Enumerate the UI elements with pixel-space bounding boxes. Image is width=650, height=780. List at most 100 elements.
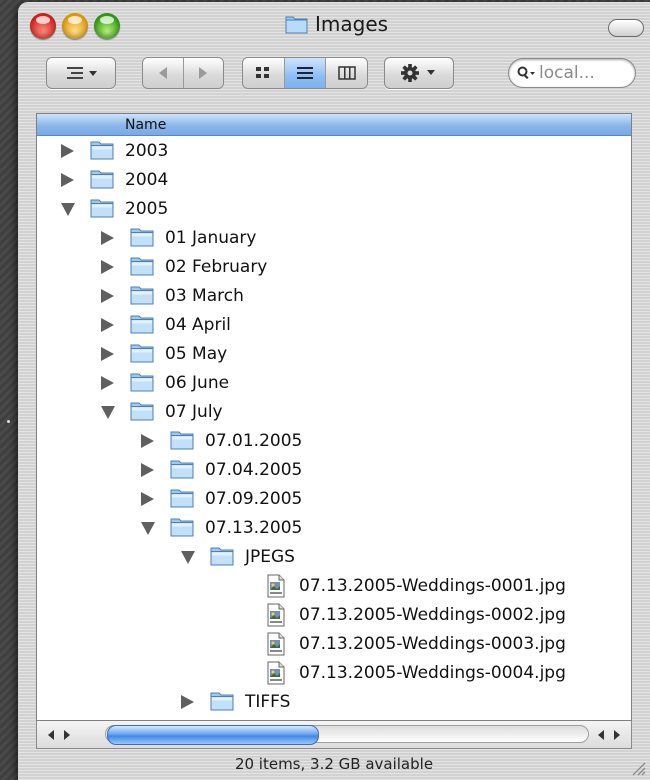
folder-icon [129, 226, 155, 248]
folder-row[interactable]: 07.13.2005 [37, 513, 631, 542]
folder-row[interactable]: 07.04.2005 [37, 455, 631, 484]
scroll-left-arrow-icon[interactable] [593, 727, 609, 743]
folder-icon [89, 139, 115, 161]
window-title-text: Images [315, 12, 389, 36]
title-bar[interactable]: Images [18, 2, 650, 48]
file-list-rows: 2003 2004 2005 01 January 02 February 03 Marc… [37, 136, 631, 716]
list-view-button[interactable] [284, 58, 327, 88]
arrange-menu-button[interactable] [46, 57, 116, 89]
folder-row[interactable]: 05 May [37, 339, 631, 368]
item-name: 07.13.2005 [205, 518, 303, 538]
item-name: 07.13.2005-Weddings-0004.jpg [299, 663, 566, 683]
back-arrow-icon [158, 67, 167, 79]
minimize-button[interactable] [62, 13, 88, 39]
scroll-left-arrow-icon[interactable] [43, 727, 59, 743]
icon-view-icon [256, 67, 270, 78]
jpeg-file-icon [265, 603, 287, 627]
scroll-thumb[interactable] [107, 725, 319, 745]
disclosure-down-icon[interactable] [61, 203, 75, 216]
list-view-icon [297, 67, 313, 79]
item-name: 01 January [165, 228, 257, 248]
column-view-icon [337, 66, 356, 80]
folder-row[interactable]: 07.01.2005 [37, 426, 631, 455]
folder-row[interactable]: JPEGS [37, 542, 631, 571]
folder-row[interactable]: 2005 [37, 194, 631, 223]
folder-icon [285, 16, 308, 34]
disclosure-right-icon[interactable] [101, 376, 114, 390]
disclosure-down-icon[interactable] [101, 406, 115, 419]
item-name: 07 July [165, 402, 223, 422]
resize-grip-icon[interactable] [630, 760, 646, 776]
jpeg-file-icon [265, 574, 287, 598]
disclosure-right-icon[interactable] [101, 347, 114, 361]
folder-row[interactable]: 2004 [37, 165, 631, 194]
back-button[interactable] [143, 58, 184, 88]
disclosure-right-icon[interactable] [141, 434, 154, 448]
disclosure-right-icon[interactable] [101, 260, 114, 274]
folder-icon [169, 429, 195, 451]
file-row[interactable]: 07.13.2005-Weddings-0001.jpg [37, 571, 631, 600]
column-view-button[interactable] [326, 58, 367, 88]
file-row[interactable]: 07.13.2005-Weddings-0003.jpg [37, 629, 631, 658]
item-name: 2004 [125, 170, 169, 190]
folder-icon [89, 168, 115, 190]
search-icon [517, 66, 535, 80]
folder-row[interactable]: 01 January [37, 223, 631, 252]
scroll-right-arrow-icon[interactable] [609, 727, 625, 743]
search-field[interactable] [508, 58, 636, 88]
forward-button[interactable] [183, 58, 223, 88]
disclosure-down-icon[interactable] [181, 551, 195, 564]
window-edge-marker [7, 420, 10, 423]
forward-arrow-icon [199, 67, 208, 79]
folder-row[interactable]: 02 February [37, 252, 631, 281]
item-name: 2003 [125, 141, 169, 161]
item-name: 2005 [125, 199, 169, 219]
item-name: TIFFS [245, 692, 291, 712]
disclosure-down-icon[interactable] [141, 522, 155, 535]
back-forward-control [142, 57, 224, 89]
item-name: 02 February [165, 257, 268, 277]
disclosure-right-icon[interactable] [61, 144, 74, 158]
item-name: 07.13.2005-Weddings-0001.jpg [299, 576, 566, 596]
disclosure-right-icon[interactable] [61, 173, 74, 187]
item-name: 07.04.2005 [205, 460, 303, 480]
folder-icon [209, 545, 235, 567]
disclosure-right-icon[interactable] [141, 492, 154, 506]
item-name: 07.01.2005 [205, 431, 303, 451]
disclosure-right-icon[interactable] [181, 695, 194, 709]
file-row[interactable]: 07.13.2005-Weddings-0002.jpg [37, 600, 631, 629]
name-column-header[interactable]: Name [37, 114, 631, 136]
folder-row[interactable]: 07 July [37, 397, 631, 426]
folder-row[interactable]: 03 March [37, 281, 631, 310]
view-mode-control [242, 57, 368, 89]
file-row[interactable]: 07.13.2005-Weddings-0004.jpg [37, 658, 631, 687]
item-name: 05 May [165, 344, 228, 364]
disclosure-right-icon[interactable] [101, 318, 114, 332]
folder-row[interactable]: 2003 [37, 136, 631, 165]
folder-icon [209, 690, 235, 712]
folder-icon [169, 516, 195, 538]
disclosure-right-icon[interactable] [101, 231, 114, 245]
item-name: JPEGS [245, 547, 295, 567]
folder-row[interactable]: TIFFS [37, 687, 631, 716]
item-name: 04 April [165, 315, 231, 335]
disclosure-right-icon[interactable] [141, 463, 154, 477]
icon-view-button[interactable] [243, 58, 285, 88]
close-button[interactable] [30, 13, 56, 39]
folder-row[interactable]: 06 June [37, 368, 631, 397]
zoom-button[interactable] [94, 13, 120, 39]
folder-row[interactable]: 04 April [37, 310, 631, 339]
disclosure-right-icon[interactable] [101, 289, 114, 303]
item-name: 07.09.2005 [205, 489, 303, 509]
folder-icon [129, 371, 155, 393]
search-input[interactable] [539, 63, 619, 83]
arrange-icon [67, 67, 97, 79]
folder-icon [169, 487, 195, 509]
folder-icon [129, 400, 155, 422]
action-menu-button[interactable] [384, 57, 454, 89]
jpeg-file-icon [265, 661, 287, 685]
toolbar-toggle-button[interactable] [608, 19, 644, 37]
horizontal-scrollbar[interactable] [36, 721, 632, 749]
folder-row[interactable]: 07.09.2005 [37, 484, 631, 513]
scroll-right-arrow-icon[interactable] [59, 727, 75, 743]
